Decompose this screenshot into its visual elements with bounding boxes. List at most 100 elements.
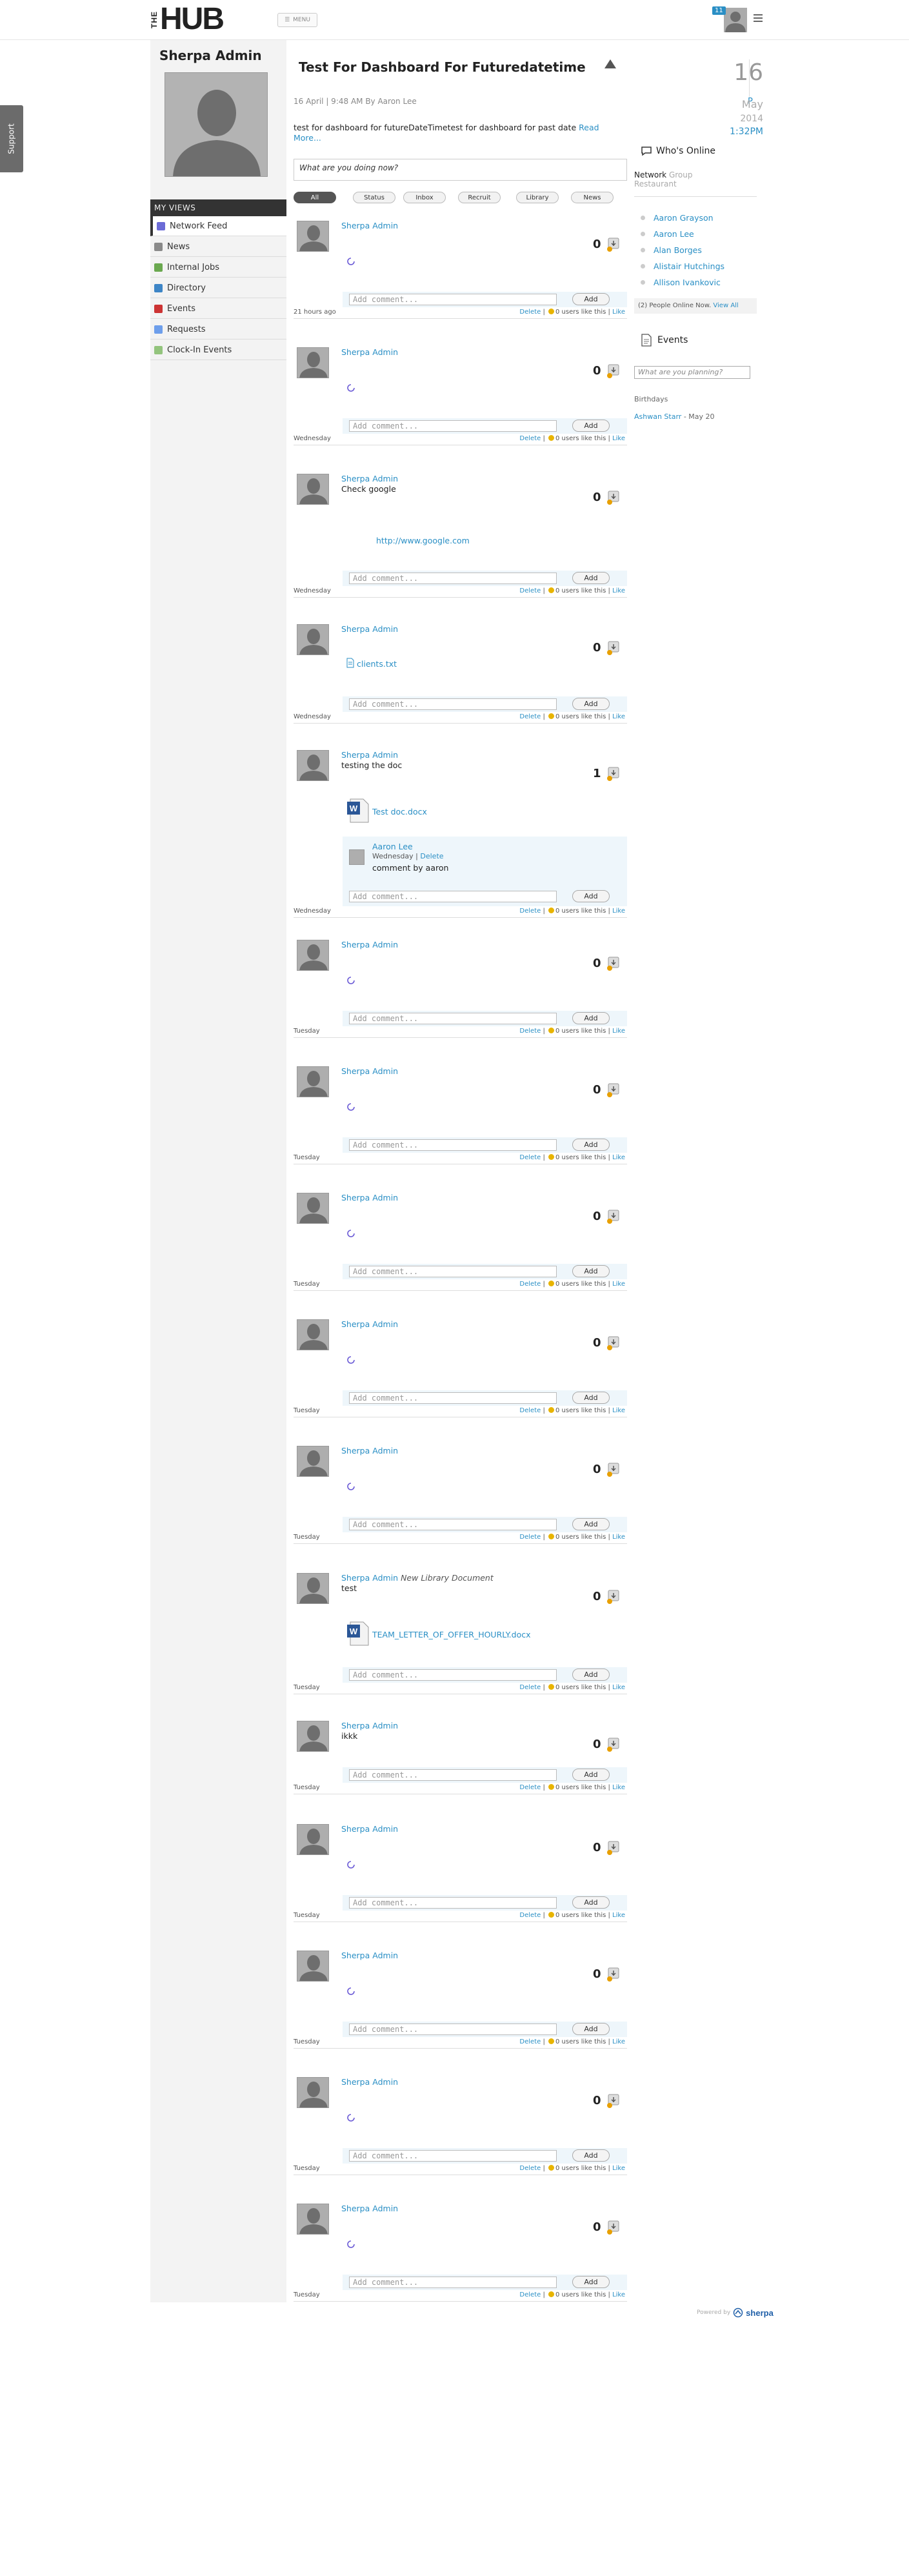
avatar[interactable] xyxy=(297,624,329,655)
filter-3[interactable]: Recruit xyxy=(458,192,501,203)
comment-input[interactable]: Add comment... xyxy=(349,420,557,432)
post-attachment[interactable]: clients.txt xyxy=(346,658,397,670)
avatar[interactable] xyxy=(297,1446,329,1477)
like-link[interactable]: Like xyxy=(612,713,625,720)
like-link[interactable]: Like xyxy=(612,2038,625,2045)
add-comment-button[interactable]: Add xyxy=(572,1896,610,1909)
comment-input[interactable]: Add comment... xyxy=(349,2023,557,2035)
notification-badge[interactable]: 11 xyxy=(712,6,726,15)
delete-link[interactable]: Delete xyxy=(519,587,541,594)
post-author-name[interactable]: Sherpa Admin xyxy=(341,1193,398,1202)
add-comment-button[interactable]: Add xyxy=(572,1265,610,1277)
vote-icon[interactable] xyxy=(606,957,621,971)
post-author-name[interactable]: Sherpa Admin xyxy=(341,221,398,230)
add-comment-button[interactable]: Add xyxy=(572,890,610,902)
vote-icon[interactable] xyxy=(606,1841,621,1855)
view-all-link[interactable]: View All xyxy=(713,302,738,309)
add-comment-button[interactable]: Add xyxy=(572,2276,610,2288)
add-comment-button[interactable]: Add xyxy=(572,2023,610,2035)
profile-picture[interactable] xyxy=(165,72,268,177)
comment-input[interactable]: Add comment... xyxy=(349,1266,557,1277)
add-comment-button[interactable]: Add xyxy=(572,572,610,584)
like-link[interactable]: Like xyxy=(612,2291,625,2298)
vote-icon[interactable] xyxy=(606,1336,621,1350)
delete-link[interactable]: Delete xyxy=(519,1281,541,1288)
delete-link[interactable]: Delete xyxy=(519,435,541,442)
delete-link[interactable]: Delete xyxy=(519,2291,541,2298)
like-link[interactable]: Like xyxy=(612,1784,625,1791)
comment-input[interactable]: Add comment... xyxy=(349,573,557,584)
post-link[interactable]: http://www.google.com xyxy=(376,536,470,545)
delete-link[interactable]: Delete xyxy=(519,1028,541,1035)
delete-link[interactable]: Delete xyxy=(519,1684,541,1691)
nav-item-2[interactable]: Internal Jobs xyxy=(150,258,286,278)
post-author-name[interactable]: Sherpa Admin xyxy=(341,2077,398,2087)
delete-link[interactable]: Delete xyxy=(519,2165,541,2172)
comment-input[interactable]: Add comment... xyxy=(349,294,557,305)
post-author-name[interactable]: Sherpa Admin xyxy=(341,750,398,760)
like-link[interactable]: Like xyxy=(612,1912,625,1919)
avatar[interactable] xyxy=(297,347,329,378)
delete-link[interactable]: Delete xyxy=(519,1784,541,1791)
add-comment-button[interactable]: Add xyxy=(572,1012,610,1024)
post-author-name[interactable]: Sherpa Admin xyxy=(341,1721,398,1730)
vote-icon[interactable] xyxy=(606,1210,621,1224)
support-tab[interactable]: Support xyxy=(0,105,23,172)
comment-input[interactable]: Add comment... xyxy=(349,698,557,710)
like-link[interactable]: Like xyxy=(612,309,625,316)
comment-input[interactable]: Add comment... xyxy=(349,1897,557,1909)
like-link[interactable]: Like xyxy=(612,1407,625,1414)
nav-item-4[interactable]: Events xyxy=(150,299,286,319)
avatar[interactable] xyxy=(297,1824,329,1855)
like-link[interactable]: Like xyxy=(612,1534,625,1541)
like-link[interactable]: Like xyxy=(612,1154,625,1161)
post-author-name[interactable]: Sherpa Admin xyxy=(341,1573,398,1583)
status-input[interactable]: What are you doing now? xyxy=(294,159,627,181)
vote-icon[interactable] xyxy=(606,1590,621,1604)
comment-input[interactable]: Add comment... xyxy=(349,1013,557,1024)
delete-link[interactable]: Delete xyxy=(519,908,541,915)
post-author-name[interactable]: Sherpa Admin xyxy=(341,2204,398,2213)
collapse-arrow-icon[interactable] xyxy=(604,59,616,68)
event-plan-input[interactable]: What are you planning? xyxy=(634,366,750,379)
like-link[interactable]: Like xyxy=(612,1684,625,1691)
birthday-name[interactable]: Ashwan Starr xyxy=(634,412,681,421)
add-comment-button[interactable]: Add xyxy=(572,1392,610,1404)
nav-item-0[interactable]: Network Feed xyxy=(150,216,286,236)
vote-icon[interactable] xyxy=(606,2220,621,2235)
comment-input[interactable]: Add comment... xyxy=(349,1519,557,1530)
nav-item-1[interactable]: News xyxy=(150,237,286,257)
commenter-avatar[interactable] xyxy=(349,849,365,865)
like-link[interactable]: Like xyxy=(612,1028,625,1035)
avatar[interactable] xyxy=(297,1066,329,1097)
comment-input[interactable]: Add comment... xyxy=(349,891,557,902)
add-comment-button[interactable]: Add xyxy=(572,1518,610,1530)
comment-input[interactable]: Add comment... xyxy=(349,1669,557,1681)
add-comment-button[interactable]: Add xyxy=(572,420,610,432)
tab-restaurant[interactable]: Restaurant xyxy=(634,179,677,188)
avatar[interactable] xyxy=(297,474,329,505)
avatar[interactable] xyxy=(297,1573,329,1604)
comment-input[interactable]: Add comment... xyxy=(349,2277,557,2288)
commenter-name[interactable]: Aaron Lee xyxy=(372,842,413,851)
vote-icon[interactable] xyxy=(606,2094,621,2108)
filter-1[interactable]: Status xyxy=(353,192,395,203)
delete-link[interactable]: Delete xyxy=(519,1154,541,1161)
vote-icon[interactable] xyxy=(606,1967,621,1982)
online-user[interactable]: Aaron Grayson xyxy=(641,213,714,223)
menu-button[interactable]: ☰ MENU xyxy=(277,13,317,27)
vote-icon[interactable] xyxy=(606,1738,621,1752)
online-user[interactable]: Aaron Lee xyxy=(641,229,694,239)
delete-link[interactable]: Delete xyxy=(519,2038,541,2045)
like-link[interactable]: Like xyxy=(612,1281,625,1288)
post-attachment[interactable]: W TEAM_LETTER_OF_OFFER_HOURLY.docx xyxy=(346,1621,531,1648)
delete-link[interactable]: Delete xyxy=(519,1534,541,1541)
avatar[interactable] xyxy=(297,940,329,971)
avatar[interactable] xyxy=(297,1319,329,1350)
vote-icon[interactable] xyxy=(606,491,621,505)
add-comment-button[interactable]: Add xyxy=(572,293,610,305)
vote-icon[interactable] xyxy=(606,641,621,655)
tab-group[interactable]: Group xyxy=(669,170,693,179)
vote-icon[interactable] xyxy=(606,1083,621,1097)
delete-link[interactable]: Delete xyxy=(519,713,541,720)
